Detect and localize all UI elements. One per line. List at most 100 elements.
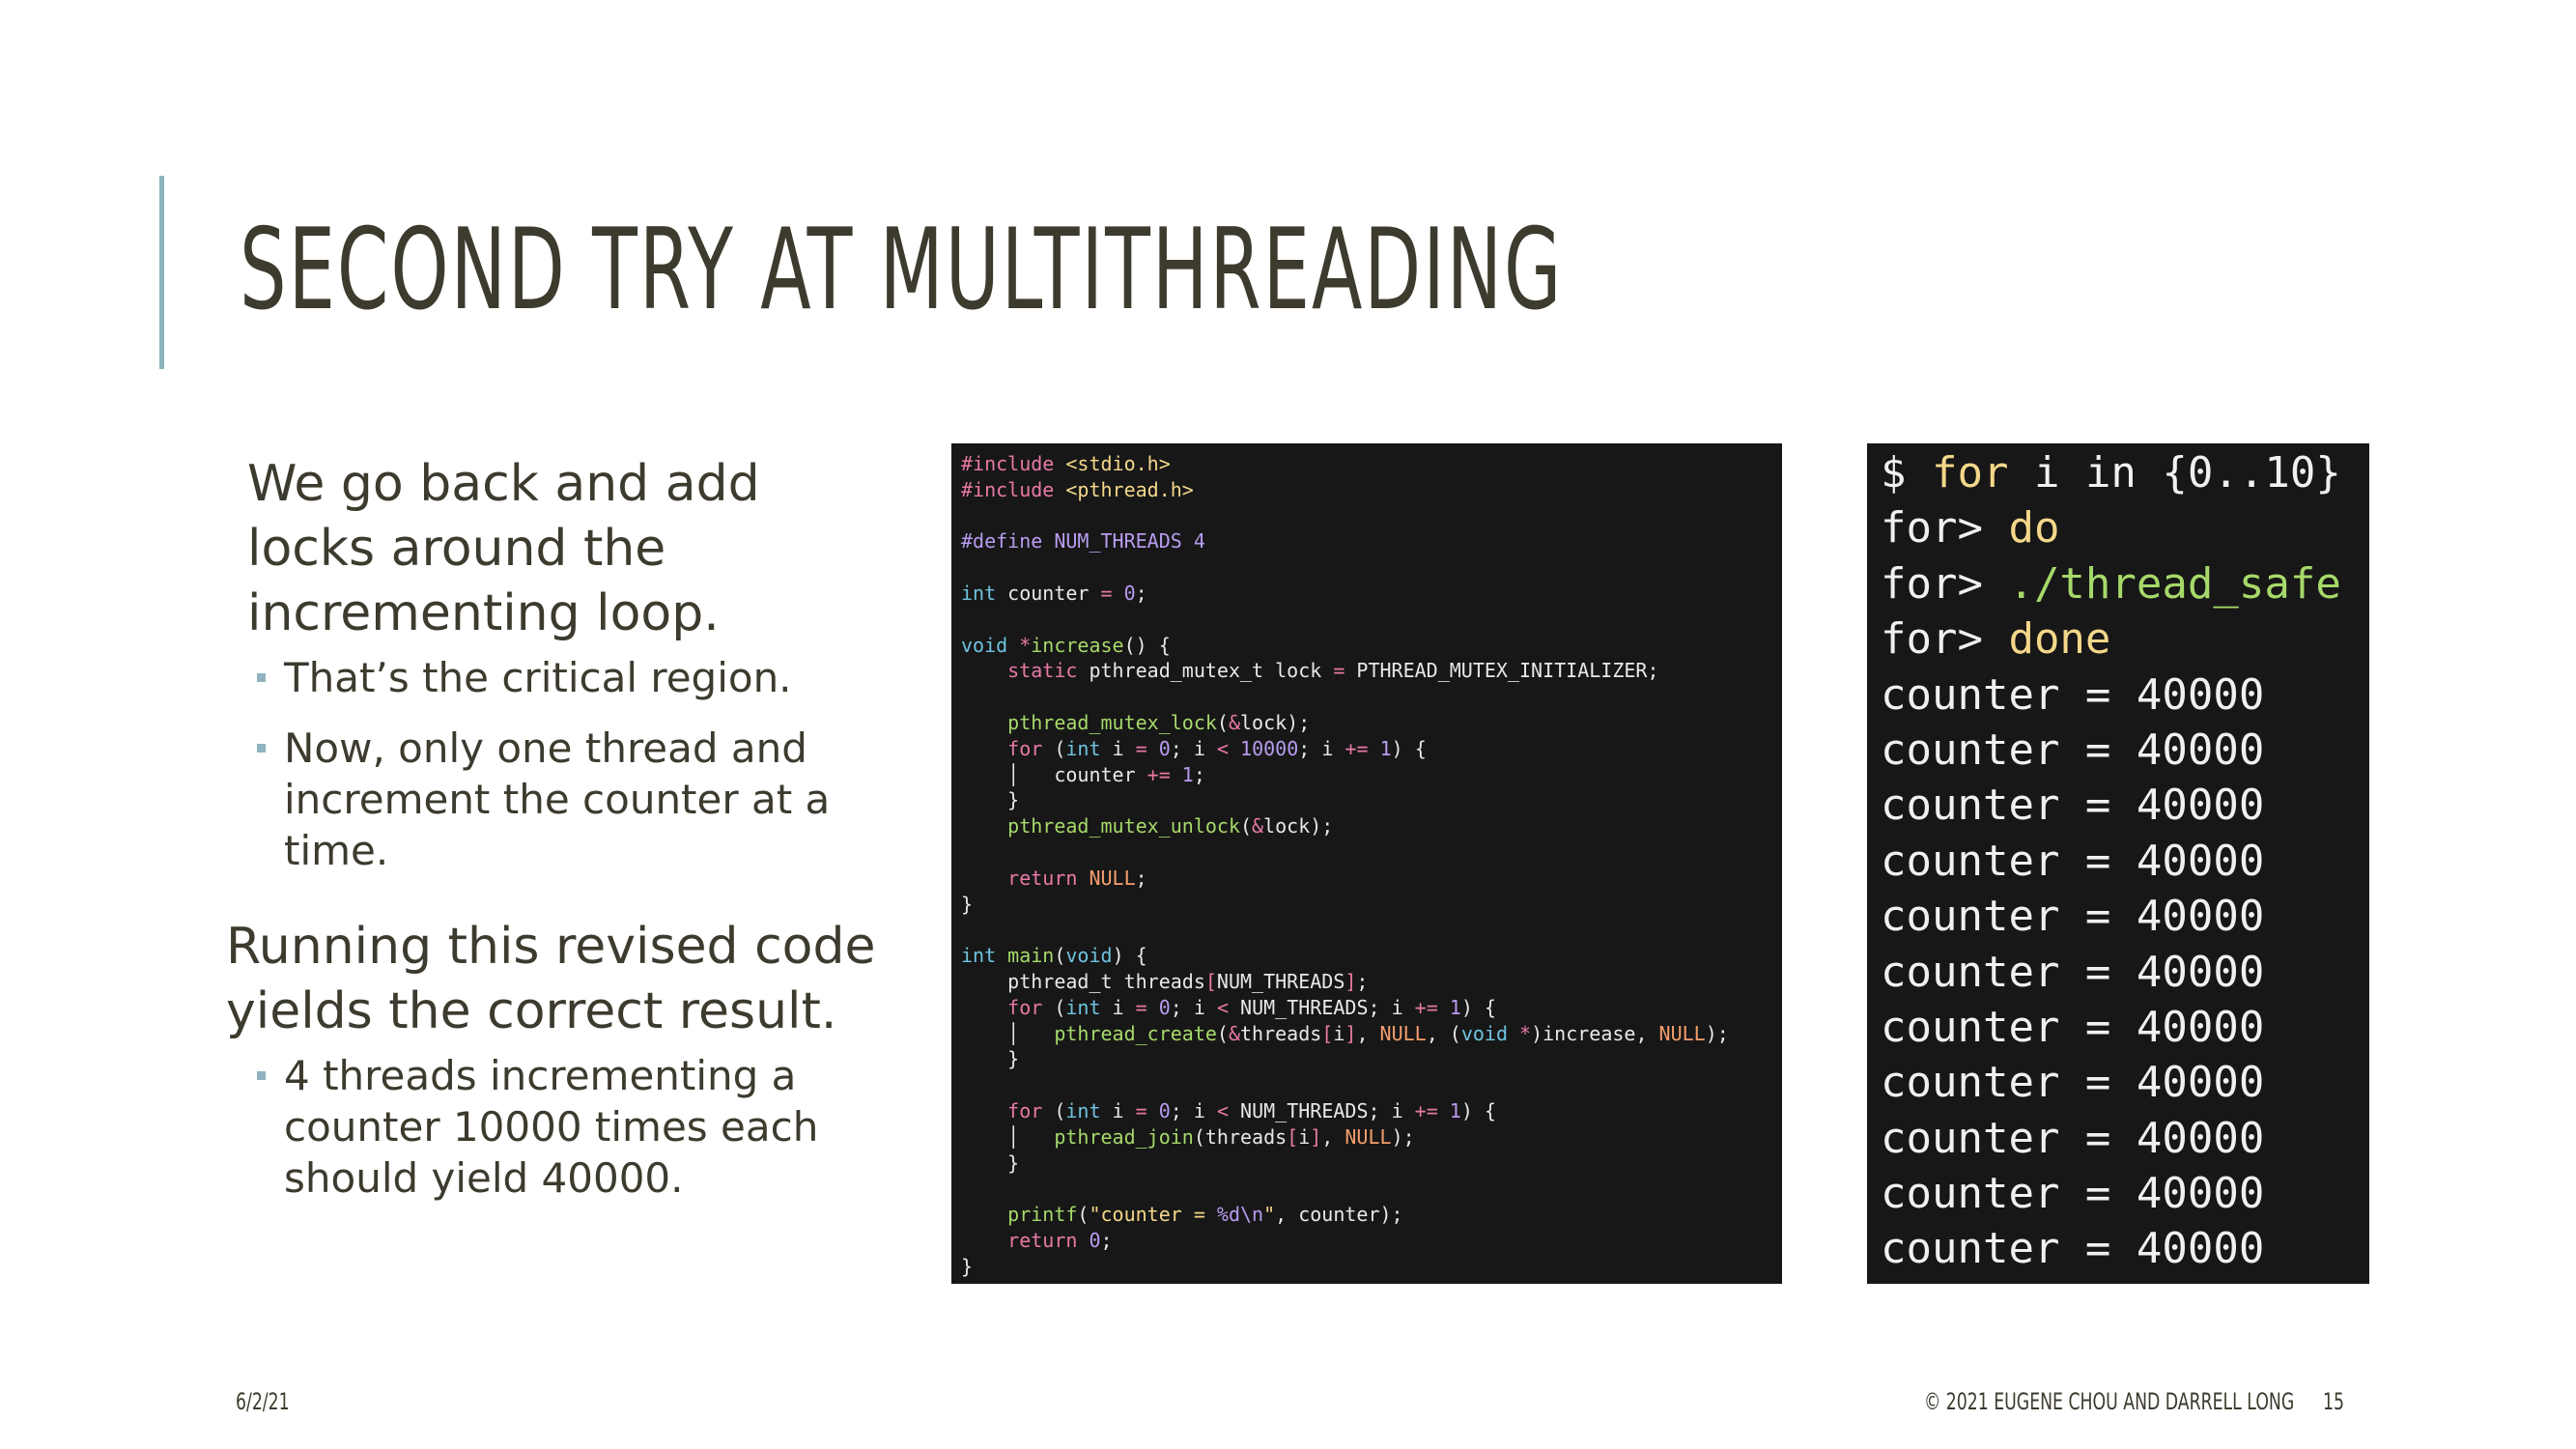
code-token: counter = 40000 [1881,836,2265,886]
terminal-line: counter = 40000 [1881,668,2356,723]
code-token: i [1298,1124,1311,1149]
square-bullet-icon [257,744,266,753]
code-token: ) { [1391,736,1427,760]
paragraph-locks: We go back and add locks around the incr… [247,455,760,642]
code-token: ; [1193,762,1205,786]
code-token: [ [1287,1124,1299,1149]
bullet-text: 4 threads incrementing a counter 10000 t… [284,1052,819,1202]
code-token: [ [1204,969,1217,993]
code-token: for [1007,995,1043,1019]
code-line: for (int i = 0; i < NUM_THREADS; i += 1)… [961,1098,1772,1124]
code-token: static [1007,659,1078,683]
page-number: 15 [2323,1388,2344,1415]
code-token: NULL [1089,866,1136,890]
code-token: } [961,1151,1020,1175]
code-token: 1 [1449,1098,1461,1122]
square-bullet-icon [257,673,266,682]
bullet-text: Now, only one thread and increment the c… [284,724,831,874]
code-token: & [1252,814,1264,838]
code-token: return [1007,1228,1078,1252]
code-token: for [1931,448,2009,497]
code-token: <stdio.h> [1065,452,1171,475]
code-token: ) { [1460,995,1496,1019]
code-token: 0 [1089,1228,1101,1252]
code-token: ] [1345,969,1357,993]
code-token: += [1414,1098,1438,1122]
code-token: void [1065,944,1113,968]
code-token: counter = 40000 [1881,1113,2265,1163]
code-token: ( [1240,814,1253,838]
code-token: ) { [1112,944,1147,968]
code-token: int [961,944,997,968]
code-token: #include [961,452,1066,475]
code-token: ( [1042,1098,1066,1122]
code-token: = [1135,1098,1147,1122]
code-token: PTHREAD_MUTEX_INITIALIZER; [1345,659,1659,683]
terminal-line: for> ./thread_safe [1881,556,2356,611]
code-line: │ pthread_join(threads[i], NULL); [961,1124,1772,1151]
code-token: NULL [1379,1021,1427,1045]
code-token: counter = 40000 [1881,669,2265,720]
title-accent-bar [159,176,164,369]
paragraph-result: Running this revised code yields the cor… [226,918,876,1040]
code-line: pthread_mutex_unlock(&lock); [961,813,1772,839]
code-token: ] [1345,1021,1357,1045]
code-token: #include [961,477,1066,501]
code-token: & [1228,1021,1240,1045]
code-token: NUM_THREADS; i [1229,1098,1415,1122]
code-token: (threads [1193,1124,1288,1149]
code-line: return NULL; [961,866,1772,892]
code-token: () { [1123,633,1171,657]
code-token: threads [1240,1021,1322,1045]
terminal-line: for> done [1881,611,2356,667]
terminal-screenshot: $ for i in {0..10} for> do for> ./thread_s… [1867,443,2369,1284]
code-token: ./thread_safe [2008,558,2341,609]
slide-body: We go back and add locks around the incr… [226,452,902,1223]
code-token: 1 [1379,736,1392,760]
footer-date: 6/2/21 [236,1388,290,1415]
code-line: int main(void) { [961,943,1772,969]
code-token: counter = 40000 [1881,1002,2265,1052]
code-line: } [961,1151,1772,1177]
code-token: "counter = [1089,1203,1217,1227]
bullet-item: Now, only one thread and increment the c… [226,723,902,876]
code-token: [ [1321,1021,1334,1045]
code-token: ; [1100,1228,1113,1252]
code-token: for> [1881,503,2009,554]
code-token: ; [1135,581,1147,605]
code-token: ( [1216,1021,1229,1045]
code-screenshot: #include <stdio.h> #include <pthread.h> #d… [951,443,1782,1284]
code-token: , [1321,1124,1345,1149]
code-token: i in {0..10} [2008,448,2341,497]
terminal-line: counter = 40000 [1881,1055,2356,1110]
terminal-line: counter = 40000 [1881,1000,2356,1055]
code-token: < [1216,1098,1229,1122]
code-token: pthread_join [1054,1124,1194,1149]
terminal-line: counter = 40000 [1881,1111,2356,1166]
code-line: pthread_t threads[NUM_THREADS]; [961,969,1772,995]
code-token: ); [1705,1021,1729,1045]
code-token: counter = 40000 [1881,781,2265,831]
code-token: += [1414,995,1438,1019]
terminal-line: $ for i in {0..10} [1881,445,2356,500]
code-token: < [1216,995,1229,1019]
code-line: } [961,1046,1772,1072]
code-token: do [2008,503,2060,554]
code-line: pthread_mutex_lock(&lock); [961,710,1772,736]
code-token: & [1228,710,1241,734]
code-line: int counter = 0; [961,581,1772,607]
code-token: i [1100,995,1136,1019]
